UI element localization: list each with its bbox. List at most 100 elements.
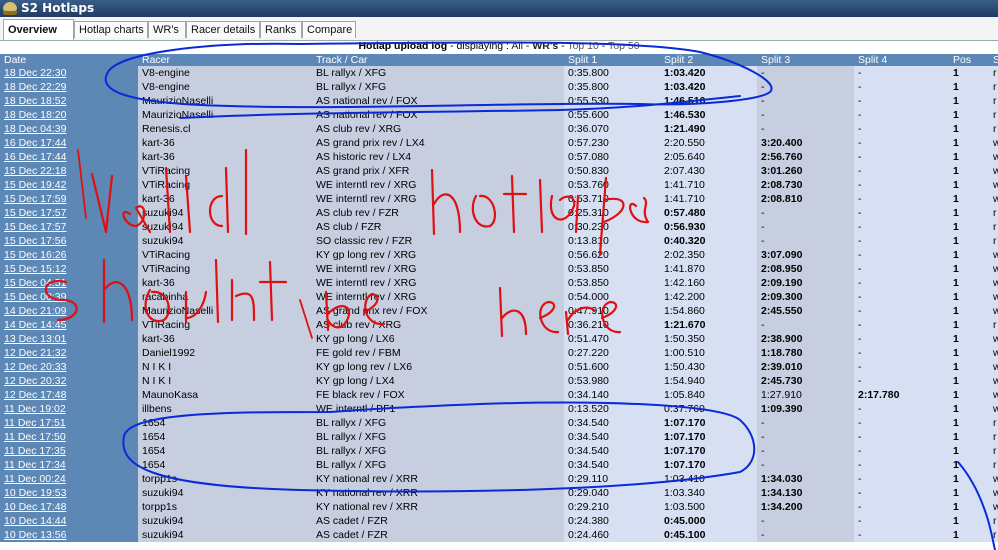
date-link[interactable]: 11 Dec 17:50	[4, 431, 66, 443]
tab-compare[interactable]: Compare	[302, 21, 356, 38]
date-link[interactable]: 15 Dec 19:42	[4, 179, 66, 191]
table-row[interactable]: 10 Dec 17:48 torpp1s KY national rev / XRR…	[0, 500, 998, 514]
table-row[interactable]: 18 Dec 18:52 MaurizioNaselli AS national r…	[0, 94, 998, 108]
date-link[interactable]: 10 Dec 19:53	[4, 487, 66, 499]
cell-date[interactable]: 10 Dec 17:48	[0, 500, 138, 514]
tab-ranks[interactable]: Ranks	[260, 21, 302, 38]
table-row[interactable]: 11 Dec 17:34 1654 BL rallyx / XFG 0:34.540 1…	[0, 458, 998, 472]
date-link[interactable]: 14 Dec 14:45	[4, 319, 66, 331]
date-link[interactable]: 15 Dec 00:39	[4, 291, 66, 303]
date-link[interactable]: 12 Dec 20:32	[4, 375, 66, 387]
date-link[interactable]: 14 Dec 21:09	[4, 305, 66, 317]
table-row[interactable]: 15 Dec 00:39 racabinha WE interntl rev / X…	[0, 290, 998, 304]
table-row[interactable]: 15 Dec 22:18 VTiRacing AS grand prix / XFR…	[0, 164, 998, 178]
cell-date[interactable]: 10 Dec 14:44	[0, 514, 138, 528]
table-row[interactable]: 13 Dec 13:01 kart-36 KY gp long / LX6 0:51.…	[0, 332, 998, 346]
date-link[interactable]: 11 Dec 00:24	[4, 473, 66, 485]
date-link[interactable]: 18 Dec 04:39	[4, 123, 66, 135]
table-row[interactable]: 16 Dec 17:44 kart-36 AS historic rev / LX4…	[0, 150, 998, 164]
cell-date[interactable]: 10 Dec 19:53	[0, 486, 138, 500]
date-link[interactable]: 11 Dec 19:02	[4, 403, 66, 415]
table-row[interactable]: 11 Dec 19:02 illbens WE interntl / BF1 0:13…	[0, 402, 998, 416]
cell-date[interactable]: 11 Dec 17:51	[0, 416, 138, 430]
filter-all-link[interactable]: All	[511, 40, 523, 52]
cell-date[interactable]: 12 Dec 20:32	[0, 374, 138, 388]
table-row[interactable]: 18 Dec 22:30 V8-engine BL rallyx / XFG 0:35…	[0, 66, 998, 80]
tab-racer-details[interactable]: Racer details	[186, 21, 260, 38]
date-link[interactable]: 10 Dec 17:48	[4, 501, 66, 513]
date-link[interactable]: 18 Dec 22:29	[4, 81, 66, 93]
filter-top50-link[interactable]: Top 50	[608, 40, 640, 52]
date-link[interactable]: 16 Dec 17:44	[4, 151, 66, 163]
cell-date[interactable]: 11 Dec 17:35	[0, 444, 138, 458]
date-link[interactable]: 12 Dec 20:33	[4, 361, 66, 373]
table-row[interactable]: 12 Dec 21:32 Daniel1992 FE gold rev / FBM 0…	[0, 346, 998, 360]
table-row[interactable]: 15 Dec 15:12 VTiRacing WE interntl rev / X…	[0, 262, 998, 276]
cell-date[interactable]: 12 Dec 20:33	[0, 360, 138, 374]
date-link[interactable]: 16 Dec 17:44	[4, 137, 66, 149]
table-row[interactable]: 15 Dec 17:59 kart-36 WE interntl rev / XRG…	[0, 192, 998, 206]
table-row[interactable]: 11 Dec 17:50 1654 BL rallyx / XFG 0:34.540 1…	[0, 430, 998, 444]
date-link[interactable]: 15 Dec 17:57	[4, 221, 66, 233]
table-row[interactable]: 12 Dec 17:48 MaunoKasa FE black rev / FOX 0…	[0, 388, 998, 402]
date-link[interactable]: 15 Dec 17:56	[4, 235, 66, 247]
cell-date[interactable]: 11 Dec 19:02	[0, 402, 138, 416]
table-row[interactable]: 15 Dec 04:51 kart-36 WE interntl rev / XRG…	[0, 276, 998, 290]
table-row[interactable]: 11 Dec 17:35 1654 BL rallyx / XFG 0:34.540 1…	[0, 444, 998, 458]
date-link[interactable]: 11 Dec 17:34	[4, 459, 66, 471]
filter-top10-link[interactable]: Top 10	[567, 40, 599, 52]
cell-date[interactable]: 16 Dec 17:44	[0, 150, 138, 164]
table-row[interactable]: 18 Dec 22:29 V8-engine BL rallyx / XFG 0:35…	[0, 80, 998, 94]
cell-date[interactable]: 12 Dec 17:48	[0, 388, 138, 402]
tab-hotlap-charts[interactable]: Hotlap charts	[74, 21, 148, 38]
date-link[interactable]: 18 Dec 18:52	[4, 95, 66, 107]
cell-date[interactable]: 11 Dec 00:24	[0, 472, 138, 486]
date-link[interactable]: 15 Dec 15:12	[4, 263, 66, 275]
date-link[interactable]: 10 Dec 14:44	[4, 515, 66, 527]
table-row[interactable]: 18 Dec 04:39 Renesis.cl AS club rev / XRG 0…	[0, 122, 998, 136]
date-link[interactable]: 15 Dec 16:26	[4, 249, 66, 261]
date-link[interactable]: 15 Dec 22:18	[4, 165, 66, 177]
table-row[interactable]: 12 Dec 20:32 N I K I KY gp long / LX4 0:53.…	[0, 374, 998, 388]
date-link[interactable]: 15 Dec 17:59	[4, 193, 66, 205]
cell-date[interactable]: 18 Dec 18:20	[0, 108, 138, 122]
table-row[interactable]: 14 Dec 14:45 VTiRacing AS club rev / XRG 0:…	[0, 318, 998, 332]
cell-date[interactable]: 11 Dec 17:34	[0, 458, 138, 472]
cell-date[interactable]: 18 Dec 18:52	[0, 94, 138, 108]
cell-date[interactable]: 18 Dec 22:29	[0, 80, 138, 94]
cell-date[interactable]: 14 Dec 14:45	[0, 318, 138, 332]
cell-date[interactable]: 10 Dec 13:56	[0, 528, 138, 542]
cell-date[interactable]: 12 Dec 21:32	[0, 346, 138, 360]
date-link[interactable]: 10 Dec 13:56	[4, 529, 66, 541]
date-link[interactable]: 11 Dec 17:51	[4, 417, 66, 429]
date-link[interactable]: 12 Dec 21:32	[4, 347, 66, 359]
table-row[interactable]: 15 Dec 17:57 suzuki94 AS club / FZR 0:30.23…	[0, 220, 998, 234]
cell-date[interactable]: 15 Dec 17:59	[0, 192, 138, 206]
cell-date[interactable]: 15 Dec 00:39	[0, 290, 138, 304]
table-row[interactable]: 10 Dec 13:56 suzuki94 AS cadet / FZR 0:24.4…	[0, 528, 998, 542]
date-link[interactable]: 11 Dec 17:35	[4, 445, 66, 457]
table-row[interactable]: 12 Dec 20:33 N I K I KY gp long rev / LX6 0…	[0, 360, 998, 374]
table-row[interactable]: 18 Dec 18:20 MaurizioNaselli AS national r…	[0, 108, 998, 122]
cell-date[interactable]: 18 Dec 22:30	[0, 66, 138, 80]
table-row[interactable]: 15 Dec 16:26 VTiRacing KY gp long rev / XR…	[0, 248, 998, 262]
table-row[interactable]: 16 Dec 17:44 kart-36 AS grand prix rev / L…	[0, 136, 998, 150]
cell-date[interactable]: 15 Dec 17:57	[0, 220, 138, 234]
cell-date[interactable]: 15 Dec 15:12	[0, 262, 138, 276]
date-link[interactable]: 12 Dec 17:48	[4, 389, 66, 401]
cell-date[interactable]: 13 Dec 13:01	[0, 332, 138, 346]
date-link[interactable]: 18 Dec 22:30	[4, 67, 66, 79]
date-link[interactable]: 15 Dec 17:57	[4, 207, 66, 219]
table-row[interactable]: 14 Dec 21:09 MaurizioNaselli AS grand prix…	[0, 304, 998, 318]
cell-date[interactable]: 11 Dec 17:50	[0, 430, 138, 444]
table-row[interactable]: 10 Dec 19:53 suzuki94 KY national rev / XR…	[0, 486, 998, 500]
tab-wrs[interactable]: WR's	[148, 21, 186, 38]
table-row[interactable]: 15 Dec 17:57 suzuki94 AS club rev / FZR 0:2…	[0, 206, 998, 220]
cell-date[interactable]: 15 Dec 22:18	[0, 164, 138, 178]
tab-overview[interactable]: Overview	[3, 19, 74, 40]
cell-date[interactable]: 16 Dec 17:44	[0, 136, 138, 150]
table-row[interactable]: 11 Dec 17:51 1654 BL rallyx / XFG 0:34.540 1…	[0, 416, 998, 430]
date-link[interactable]: 15 Dec 04:51	[4, 277, 66, 289]
table-row[interactable]: 15 Dec 17:56 suzuki94 SO classic rev / FZR…	[0, 234, 998, 248]
table-row[interactable]: 10 Dec 14:44 suzuki94 AS cadet / FZR 0:24.3…	[0, 514, 998, 528]
